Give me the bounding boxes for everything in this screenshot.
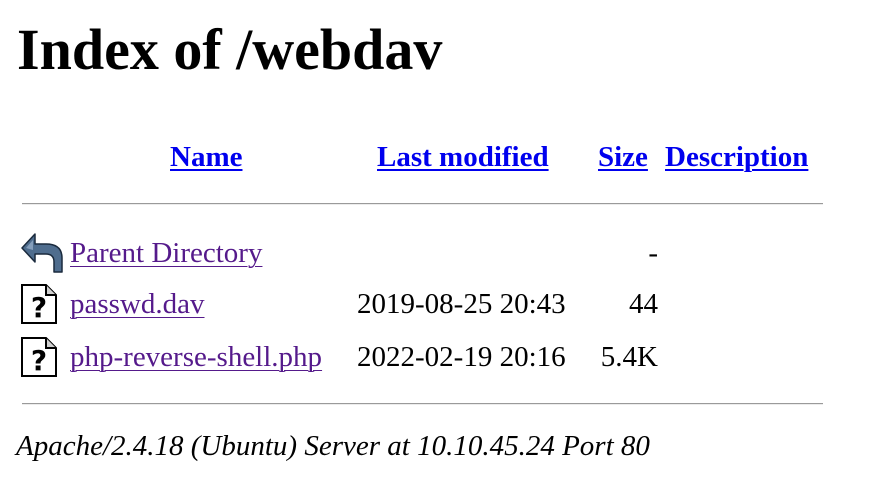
size-cell: 44 bbox=[629, 288, 658, 320]
unknown-file-icon: ? bbox=[20, 283, 58, 330]
sort-by-last-modified-link[interactable]: Last modified bbox=[377, 141, 549, 173]
sort-by-name-link[interactable]: Name bbox=[170, 141, 242, 173]
parent-directory-link[interactable]: Parent Directory bbox=[70, 237, 262, 269]
bottom-divider bbox=[22, 403, 823, 405]
column-header-name: Name bbox=[170, 138, 242, 176]
column-header-last-modified: Last modified bbox=[377, 138, 549, 176]
file-link-passwd-dav[interactable]: passwd.dav bbox=[70, 288, 205, 320]
unknown-file-icon: ? bbox=[20, 336, 58, 383]
size-cell: - bbox=[648, 237, 658, 269]
back-icon bbox=[20, 232, 64, 279]
last-modified-cell: 2022-02-19 20:16 bbox=[357, 341, 566, 373]
sort-by-size-link[interactable]: Size bbox=[598, 141, 648, 173]
top-divider bbox=[22, 203, 823, 205]
list-item-parent-directory: Parent Directory bbox=[70, 234, 262, 272]
size-cell: 5.4K bbox=[600, 341, 658, 373]
list-item-passwd-dav: passwd.dav bbox=[70, 285, 205, 323]
column-header-description: Description bbox=[665, 138, 808, 176]
page-title: Index of /webdav bbox=[17, 17, 443, 82]
file-link-php-reverse-shell[interactable]: php-reverse-shell.php bbox=[70, 341, 322, 373]
sort-by-description-link[interactable]: Description bbox=[665, 141, 808, 173]
server-signature: Apache/2.4.18 (Ubuntu) Server at 10.10.4… bbox=[16, 430, 650, 462]
list-item-php-reverse-shell: php-reverse-shell.php bbox=[70, 338, 322, 376]
last-modified-cell: 2019-08-25 20:43 bbox=[357, 288, 566, 320]
svg-text:?: ? bbox=[31, 344, 47, 377]
svg-text:?: ? bbox=[31, 291, 47, 324]
column-header-size: Size bbox=[598, 138, 648, 176]
